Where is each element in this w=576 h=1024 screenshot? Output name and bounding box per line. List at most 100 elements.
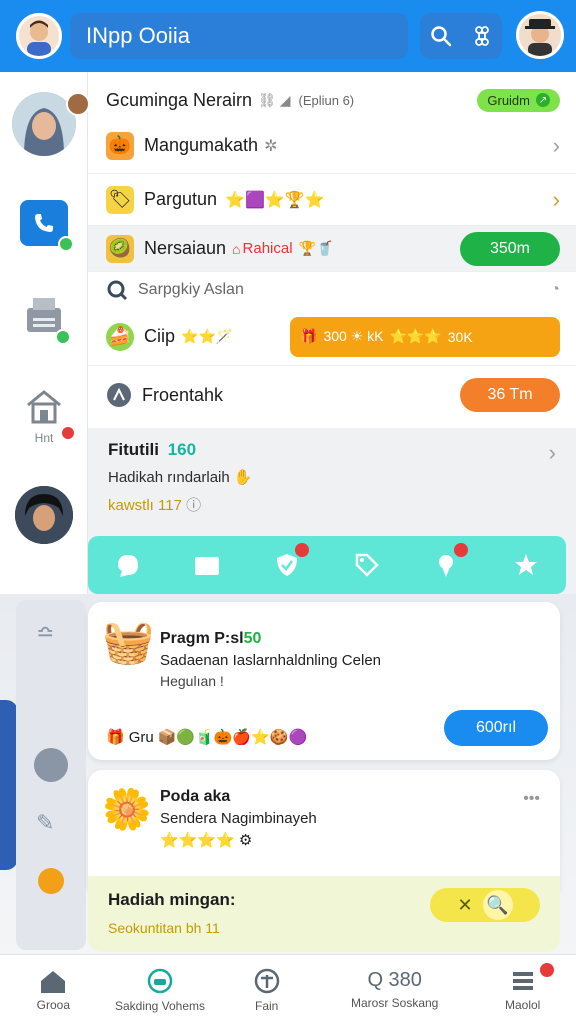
refresh-icon[interactable]: ◔ (550, 281, 560, 299)
row-label: Ciip (144, 326, 176, 346)
phone-glyph-icon (35, 214, 53, 232)
friend-avatar (15, 486, 73, 544)
nav-label: Grooa (36, 997, 71, 1012)
chevron-right-icon[interactable]: › (553, 187, 560, 213)
search-icon: 🔍 (482, 890, 513, 920)
flower-toy-icon: 🌼 (102, 788, 152, 832)
trophy-icon: 🏆🥤 (298, 240, 334, 256)
home-label: Hnt (34, 430, 54, 445)
user-avatar[interactable] (16, 13, 62, 59)
chat-icon[interactable] (112, 549, 144, 581)
bell-icon (107, 383, 131, 407)
weekly-reward[interactable]: Hadiah mingan: Seokuntitan bh 11 ✕ 🔍 (88, 876, 560, 952)
list-item[interactable]: Sarpgkiy Aslan ◔ (88, 272, 576, 308)
phone-icon (20, 200, 74, 252)
gift-label: Gru (128, 728, 154, 746)
gift-icon: 🎁 (106, 729, 125, 746)
list-item-highlighted[interactable]: 🥝 Nersaiaun ⌂ Rahical 🏆🥤 350m (88, 226, 576, 272)
weekly-sub: Seokuntitan bh 11 (108, 920, 220, 936)
shield-check-icon[interactable] (271, 543, 310, 581)
stars-wand-icon: ⭐⭐🪄 (181, 328, 234, 344)
nav-badge (540, 963, 555, 977)
feature-section[interactable]: Fitutili 160 Hadikah rındarlaih ✋ kawstl… (88, 428, 576, 536)
fruit-icon: 🥝 (106, 234, 134, 263)
row-label: Mangumakath (144, 135, 259, 155)
top-bar: INpp Ooiia (0, 0, 576, 72)
list-header-row: Gcuminga Nerairn ⛓ ◢ (Epliun 6) Gruidm ↗ (88, 82, 576, 118)
rail-phone[interactable] (0, 196, 88, 252)
printer-icon (21, 294, 71, 345)
promo-title-tag: 50 (243, 630, 262, 647)
nav-search[interactable]: Q 380 Marosr Soskang (320, 955, 469, 1024)
home-badge (60, 424, 76, 441)
main-list: Gcuminga Nerairn ⛓ ◢ (Epliun 6) Gruidm ↗… (88, 72, 576, 428)
header-sub: (Epliun 6) (298, 92, 355, 108)
tag-icon[interactable] (351, 549, 383, 581)
list-item[interactable]: 🍰 Ciip ⭐⭐🪄 🎁 300 ☀ kK ⭐⭐⭐ 30K (88, 308, 576, 366)
folder-icon[interactable] (191, 549, 223, 581)
close-icon[interactable]: ✕ (457, 895, 472, 916)
edit-icon[interactable]: ✎ (36, 810, 54, 836)
promo-card[interactable]: 🧺 Pragm P:sl50 Sadaenan Iaslarnhaldnling… (88, 602, 560, 760)
reward-bar[interactable]: 🎁 300 ☀ kK ⭐⭐⭐ 30K (290, 316, 560, 357)
nav-settings[interactable]: Sakding Vohems (107, 955, 214, 1024)
quick-actions-strip (88, 536, 566, 594)
promo-line2: Hegulıan ! (160, 673, 224, 689)
action-button-green[interactable]: 350m (460, 231, 560, 266)
home-small-icon: ⌂ (232, 240, 241, 257)
action-button-orange[interactable]: 36 Tm (460, 378, 560, 412)
bottom-nav: Grooa Sakding Vohems Fain Q 380 Marosr S… (0, 954, 576, 1024)
plus-circle-icon (254, 968, 279, 993)
row-label: Sarpgkiy Aslan (138, 281, 244, 298)
product-card[interactable]: 🌼 Poda aka Sendera Nagimbinayeh ⭐⭐⭐⭐ ⚙ •… (88, 770, 560, 890)
cake-icon: 🍰 (106, 322, 134, 351)
rail-user-avatar[interactable] (0, 486, 88, 544)
promo-button[interactable]: 600rıl (444, 710, 548, 746)
rail-printer[interactable] (0, 294, 88, 345)
list-item[interactable]: 🏷 Pargutun ⭐🟪⭐🏆⭐ › (88, 174, 576, 226)
promo-gifts: 🎁 Gru 📦🟢🧃🎃🍎⭐🍪🟣 (106, 728, 308, 747)
profile-avatar[interactable] (516, 11, 564, 59)
star-icon[interactable] (510, 549, 542, 581)
list-item[interactable]: 🎃 Mangumakath ✲ › (88, 118, 576, 174)
header-title: Gcuminga Nerairn (106, 89, 253, 110)
notification-badge (454, 543, 469, 557)
command-icon[interactable] (472, 26, 492, 46)
collectibles-icon: 📦🟢🧃🎃🍎⭐🍪🟣 (157, 729, 308, 746)
tool-icon[interactable] (34, 748, 68, 782)
gift-icon: 🎁 (300, 328, 318, 344)
weekly-search-toggle[interactable]: ✕ 🔍 (430, 888, 540, 922)
coin-icon[interactable] (38, 868, 64, 894)
rail-home[interactable]: Hnt (0, 384, 88, 448)
rail-contact-avatar[interactable] (0, 92, 90, 156)
reward-bar-text: 300 ☀ kK (323, 328, 384, 344)
chevron-right-icon[interactable]: › (549, 440, 556, 466)
search-icon[interactable] (430, 25, 452, 47)
product-title: Poda aka (160, 788, 231, 805)
nav-find[interactable]: Fain (213, 955, 320, 1024)
nav-menu[interactable]: Maolol (469, 955, 576, 1024)
nav-label: Maolol (505, 997, 541, 1012)
status-badge[interactable]: Gruidm ↗ (477, 88, 560, 112)
pin-icon[interactable] (430, 543, 469, 581)
menu-icon[interactable]: ≏ (36, 620, 54, 646)
chevron-right-icon[interactable]: › (553, 133, 560, 159)
arrow-icon: ↗ (536, 93, 550, 107)
nav-search-label: Q 380 (367, 969, 422, 991)
link-icon: ⛓ ◢ (258, 91, 291, 108)
printer-status-dot (55, 328, 71, 345)
row-sub: Rahical (242, 240, 293, 257)
home-icon (24, 388, 76, 441)
notification-badge (295, 543, 310, 557)
list-item[interactable]: Froentahk 36 Tm (88, 366, 576, 424)
left-rail: Hnt (0, 72, 90, 594)
row-label: Froentahk (142, 384, 224, 405)
stars-icon: ⭐🟪⭐🏆⭐ (225, 191, 325, 209)
nav-home[interactable]: Grooa (0, 955, 107, 1024)
house-icon (41, 970, 66, 993)
app-title-bar[interactable]: INpp Ooiia (70, 13, 408, 59)
yellow-box-icon: 🏷 (106, 185, 134, 214)
promo-title: Pragm P:sl (160, 630, 244, 647)
more-icon[interactable]: ••• (523, 790, 540, 808)
feature-line: Hadikah rındarlaih (108, 469, 230, 486)
